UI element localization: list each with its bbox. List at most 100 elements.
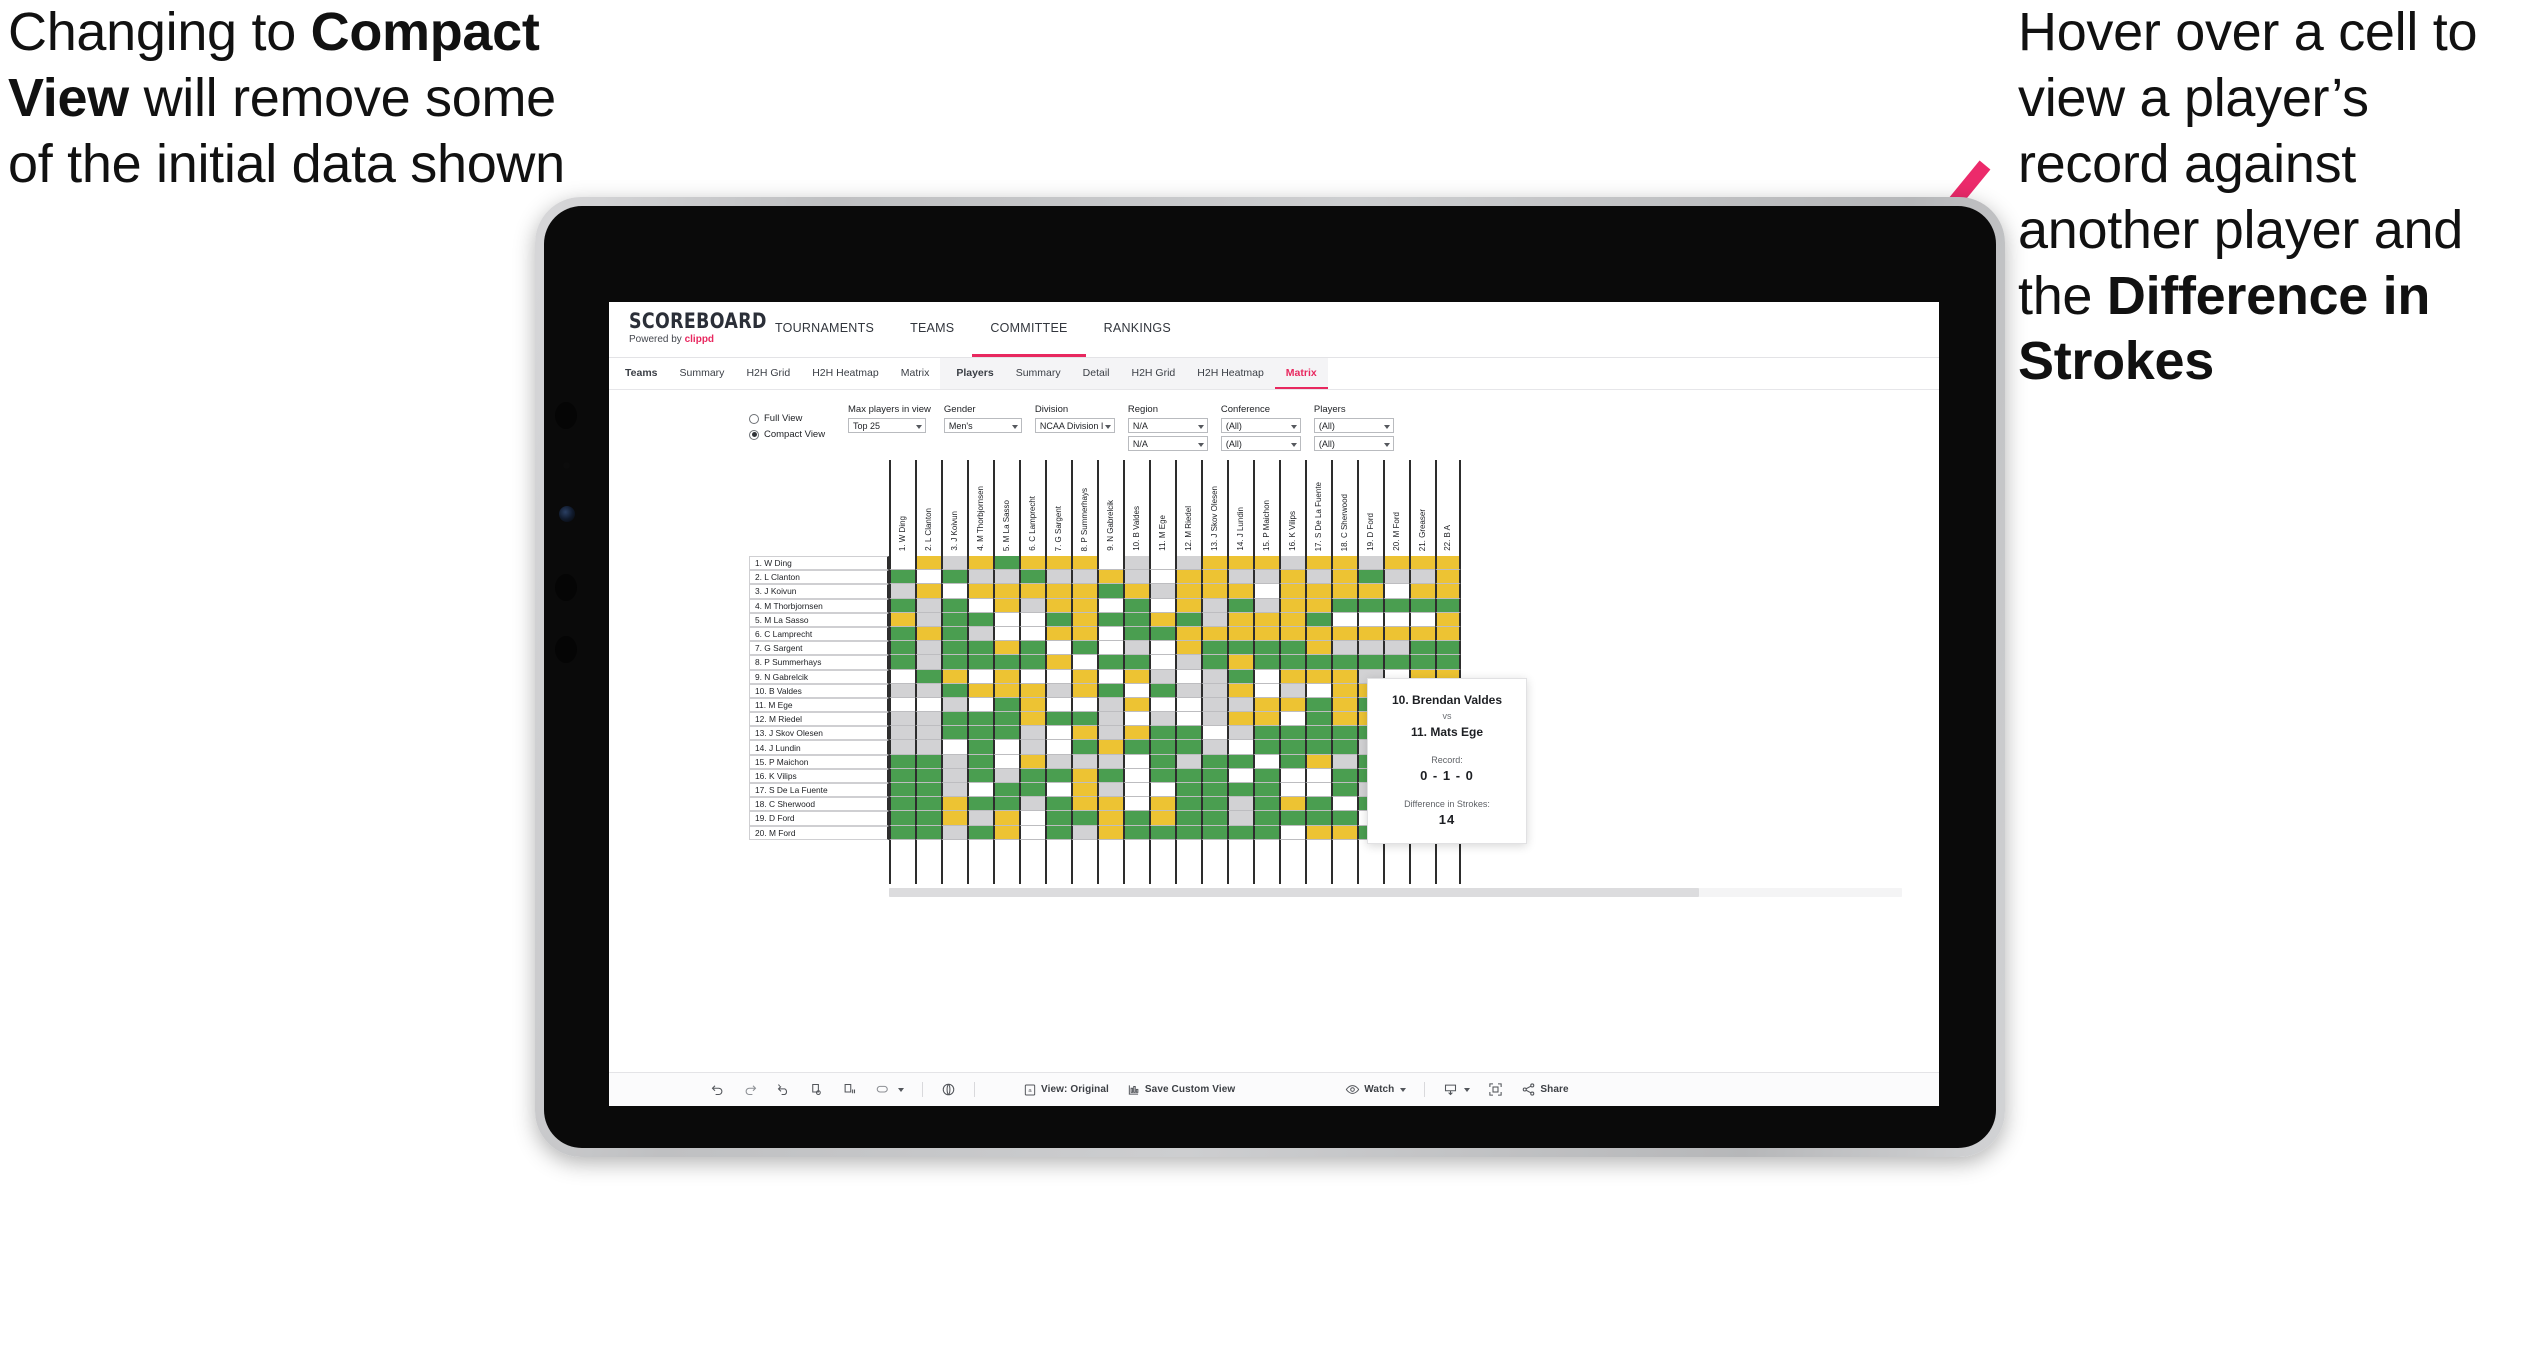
matrix-cell[interactable]: [1071, 811, 1097, 826]
matrix-cell[interactable]: [1123, 740, 1149, 755]
matrix-cell[interactable]: [1123, 754, 1149, 769]
filter-conference-select[interactable]: (All): [1220, 418, 1301, 433]
matrix-cell[interactable]: [889, 811, 915, 826]
matrix-cell[interactable]: [1097, 655, 1123, 670]
matrix-cell[interactable]: [1071, 697, 1097, 713]
matrix-cell[interactable]: [1149, 570, 1175, 585]
matrix-cell[interactable]: [1201, 612, 1227, 627]
matrix-cell[interactable]: [915, 768, 941, 783]
matrix-cell[interactable]: [1227, 626, 1253, 642]
matrix-cell[interactable]: [993, 697, 1019, 713]
matrix-cell[interactable]: [1097, 570, 1123, 585]
device-button-top[interactable]: [555, 402, 577, 429]
matrix-cell[interactable]: [1175, 612, 1201, 627]
matrix-cell[interactable]: [1227, 740, 1253, 755]
matrix-cell[interactable]: [1409, 598, 1435, 613]
matrix-cell[interactable]: [1331, 655, 1357, 670]
matrix-cell[interactable]: [967, 712, 993, 727]
matrix-cell[interactable]: [1305, 783, 1331, 798]
matrix-cell[interactable]: [1435, 626, 1461, 642]
matrix-cell[interactable]: [1305, 641, 1331, 656]
matrix-cell[interactable]: [1201, 570, 1227, 585]
matrix-cell[interactable]: [915, 825, 941, 840]
matrix-cell[interactable]: [941, 740, 967, 755]
matrix-cell[interactable]: [915, 570, 941, 585]
matrix-cell[interactable]: [967, 641, 993, 656]
matrix-cell[interactable]: [1019, 726, 1045, 741]
matrix-cell[interactable]: [1227, 598, 1253, 613]
matrix-cell[interactable]: [1045, 783, 1071, 798]
matrix-cell[interactable]: [1253, 768, 1279, 783]
matrix-cell[interactable]: [967, 655, 993, 670]
matrix-cell[interactable]: [1045, 669, 1071, 684]
matrix-cell[interactable]: [915, 783, 941, 798]
matrix-cell[interactable]: [1279, 655, 1305, 670]
matrix-cell[interactable]: [889, 612, 915, 627]
matrix-cell[interactable]: [967, 570, 993, 585]
matrix-cell[interactable]: [1227, 683, 1253, 698]
matrix-cell[interactable]: [1279, 740, 1305, 755]
matrix-cell[interactable]: [1175, 669, 1201, 684]
refresh-button[interactable]: [800, 1082, 833, 1097]
matrix-cell[interactable]: [941, 683, 967, 698]
matrix-cell[interactable]: [1149, 811, 1175, 826]
matrix-cell[interactable]: [1175, 754, 1201, 769]
matrix-cell[interactable]: [1149, 726, 1175, 741]
redo-button[interactable]: [734, 1082, 767, 1097]
matrix-cell[interactable]: [1305, 697, 1331, 713]
matrix-cell[interactable]: [1227, 797, 1253, 812]
matrix-cell[interactable]: [1123, 768, 1149, 783]
matrix-cell[interactable]: [1175, 825, 1201, 840]
matrix-cell[interactable]: [1097, 598, 1123, 613]
matrix-cell[interactable]: [1201, 783, 1227, 798]
matrix-cell[interactable]: [1071, 683, 1097, 698]
matrix-cell[interactable]: [1123, 556, 1149, 571]
matrix-cell[interactable]: [1409, 655, 1435, 670]
subnav-players-h2h-grid[interactable]: H2H Grid: [1121, 358, 1187, 389]
matrix-cell[interactable]: [993, 797, 1019, 812]
matrix-cell[interactable]: [1331, 783, 1357, 798]
matrix-cell[interactable]: [1305, 754, 1331, 769]
matrix-cell[interactable]: [1279, 697, 1305, 713]
matrix-cell[interactable]: [1201, 683, 1227, 698]
matrix-cell[interactable]: [941, 811, 967, 826]
matrix-cell[interactable]: [1097, 612, 1123, 627]
matrix-cell[interactable]: [1331, 797, 1357, 812]
matrix-cell[interactable]: [1279, 797, 1305, 812]
matrix-cell[interactable]: [941, 556, 967, 571]
matrix-cell[interactable]: [941, 825, 967, 840]
matrix-cell[interactable]: [1357, 584, 1383, 599]
matrix-cell[interactable]: [1201, 669, 1227, 684]
matrix-cell[interactable]: [941, 783, 967, 798]
matrix-cell[interactable]: [993, 641, 1019, 656]
matrix-cell[interactable]: [993, 612, 1019, 627]
device-button-volume-up[interactable]: [555, 574, 577, 601]
matrix-cell[interactable]: [1279, 584, 1305, 599]
matrix-cell[interactable]: [967, 740, 993, 755]
matrix-cell[interactable]: [1305, 655, 1331, 670]
matrix-cell[interactable]: [1253, 598, 1279, 613]
matrix-cell[interactable]: [1383, 612, 1409, 627]
matrix-cell[interactable]: [1071, 825, 1097, 840]
matrix-cell[interactable]: [1383, 570, 1409, 585]
matrix-cell[interactable]: [1253, 570, 1279, 585]
matrix-cell[interactable]: [1123, 612, 1149, 627]
matrix-cell[interactable]: [1305, 669, 1331, 684]
matrix-cell[interactable]: [1019, 754, 1045, 769]
matrix-cell[interactable]: [915, 712, 941, 727]
matrix-cell[interactable]: [1331, 811, 1357, 826]
matrix-cell[interactable]: [1227, 783, 1253, 798]
matrix-cell[interactable]: [1201, 584, 1227, 599]
download-button[interactable]: [1434, 1082, 1479, 1097]
matrix-cell[interactable]: [967, 754, 993, 769]
matrix-cell[interactable]: [1383, 584, 1409, 599]
matrix-cell[interactable]: [915, 740, 941, 755]
matrix-cell[interactable]: [1045, 754, 1071, 769]
matrix-cell[interactable]: [1175, 726, 1201, 741]
nav-committee[interactable]: COMMITTEE: [972, 302, 1086, 357]
matrix-cell[interactable]: [915, 584, 941, 599]
matrix-cell[interactable]: [1383, 556, 1409, 571]
matrix-cell[interactable]: [1279, 754, 1305, 769]
matrix-cell[interactable]: [1305, 626, 1331, 642]
subnav-teams-summary[interactable]: Summary: [669, 358, 736, 389]
